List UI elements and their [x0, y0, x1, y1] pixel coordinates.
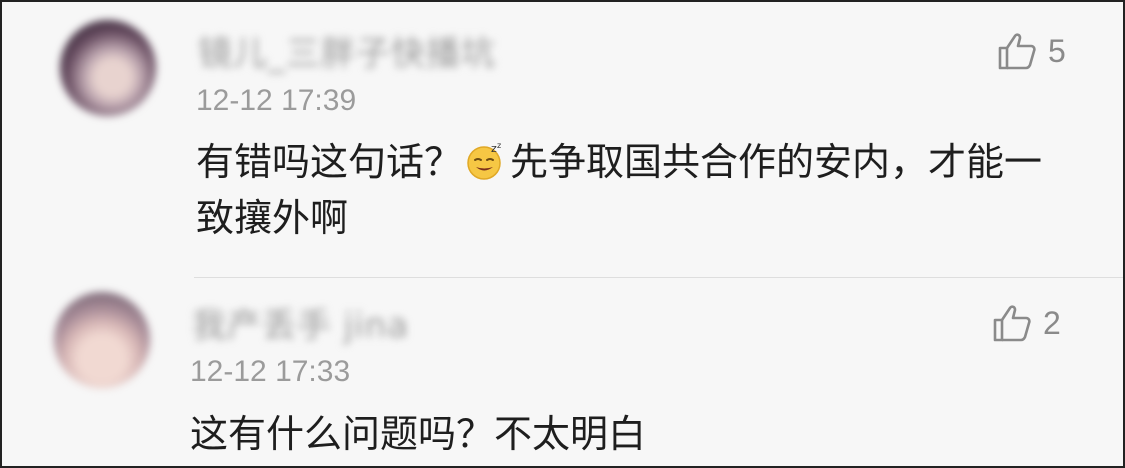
thumbs-up-icon	[993, 305, 1031, 342]
sleepy-face-emoji: z z	[466, 140, 506, 180]
username[interactable]: 镜儿_三胖子快播坑	[198, 26, 496, 75]
comment-timestamp: 12-12 17:39	[196, 84, 357, 117]
comment-text: 这有什么问题吗？不太明白	[190, 412, 647, 456]
like-count: 5	[1048, 32, 1066, 69]
like-button[interactable]: 5	[996, 30, 1066, 72]
comment-item: 我产丢手 jina 12-12 17:33 2 这有什么问题吗？不太明白	[2, 278, 1123, 466]
comment-timestamp: 12-12 17:33	[190, 355, 351, 388]
thumbs-up-icon	[998, 33, 1036, 70]
like-button[interactable]: 2	[991, 302, 1061, 344]
comment-list: 镜儿_三胖子快播坑 12-12 17:39 5 有错吗这句话？ z z 先争取国…	[0, 0, 1125, 468]
avatar[interactable]	[60, 20, 156, 116]
username[interactable]: 我产丢手 jina	[192, 298, 409, 347]
comment-text: 有错吗这句话？ z z 先争取国共合作的安内，才能一致攘外啊	[196, 134, 1066, 246]
like-count: 2	[1043, 304, 1061, 341]
svg-text:z: z	[497, 141, 501, 150]
avatar[interactable]	[54, 292, 150, 388]
comment-item: 镜儿_三胖子快播坑 12-12 17:39 5 有错吗这句话？ z z 先争取国…	[2, 2, 1123, 278]
comment-text-part: 有错吗这句话？	[196, 140, 463, 184]
